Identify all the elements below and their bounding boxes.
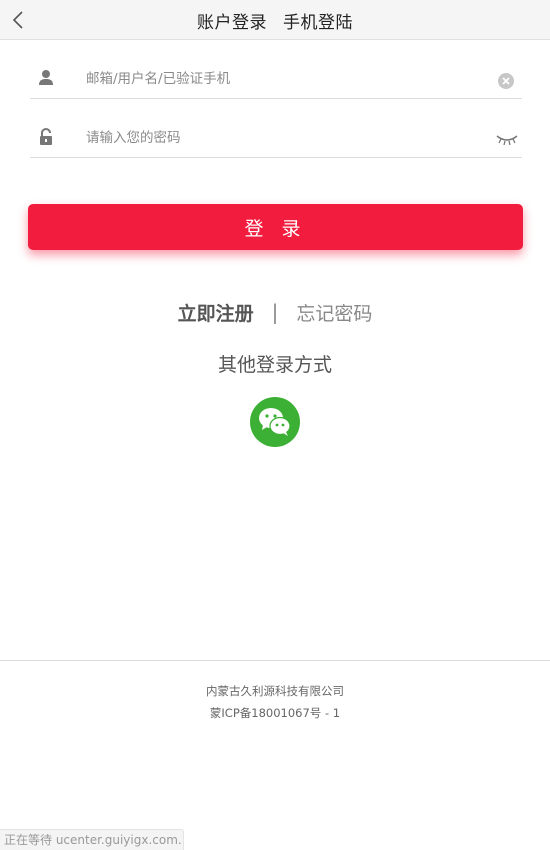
- account-links: 立即注册 | 忘记密码: [0, 298, 550, 326]
- other-login-title: 其他登录方式: [217, 354, 332, 376]
- clear-icon[interactable]: [497, 72, 515, 90]
- password-input[interactable]: [86, 126, 466, 150]
- tab-account-login[interactable]: 账户登录: [197, 8, 267, 33]
- user-icon: [39, 70, 53, 85]
- header-bar: 账户登录 手机登陆: [0, 0, 550, 40]
- footer-icp[interactable]: 蒙ICP备18001067号 - 1: [0, 705, 550, 721]
- login-tabs: 账户登录 手机登陆: [0, 0, 550, 40]
- login-page: 账户登录 手机登陆 登 录 立即注册 | 忘记密码 其他登录方式: [0, 0, 550, 850]
- tab-phone-login[interactable]: 手机登陆: [283, 8, 353, 33]
- browser-status-bar: 正在等待 ucenter.guiyigx.com...: [0, 829, 184, 850]
- login-button[interactable]: 登 录: [28, 204, 523, 250]
- username-input[interactable]: [86, 67, 466, 91]
- password-field: [30, 118, 522, 158]
- forgot-password-link[interactable]: 忘记密码: [296, 299, 372, 326]
- wechat-login-button[interactable]: [250, 397, 300, 447]
- username-field: [30, 59, 522, 99]
- footer-company: 内蒙古久利源科技有限公司: [206, 684, 344, 698]
- lock-icon: [40, 128, 52, 145]
- wechat-icon: [259, 408, 291, 436]
- eye-closed-icon[interactable]: [496, 133, 518, 147]
- register-link[interactable]: 立即注册: [178, 299, 254, 326]
- footer-divider: [0, 660, 550, 661]
- link-separator: |: [271, 300, 279, 324]
